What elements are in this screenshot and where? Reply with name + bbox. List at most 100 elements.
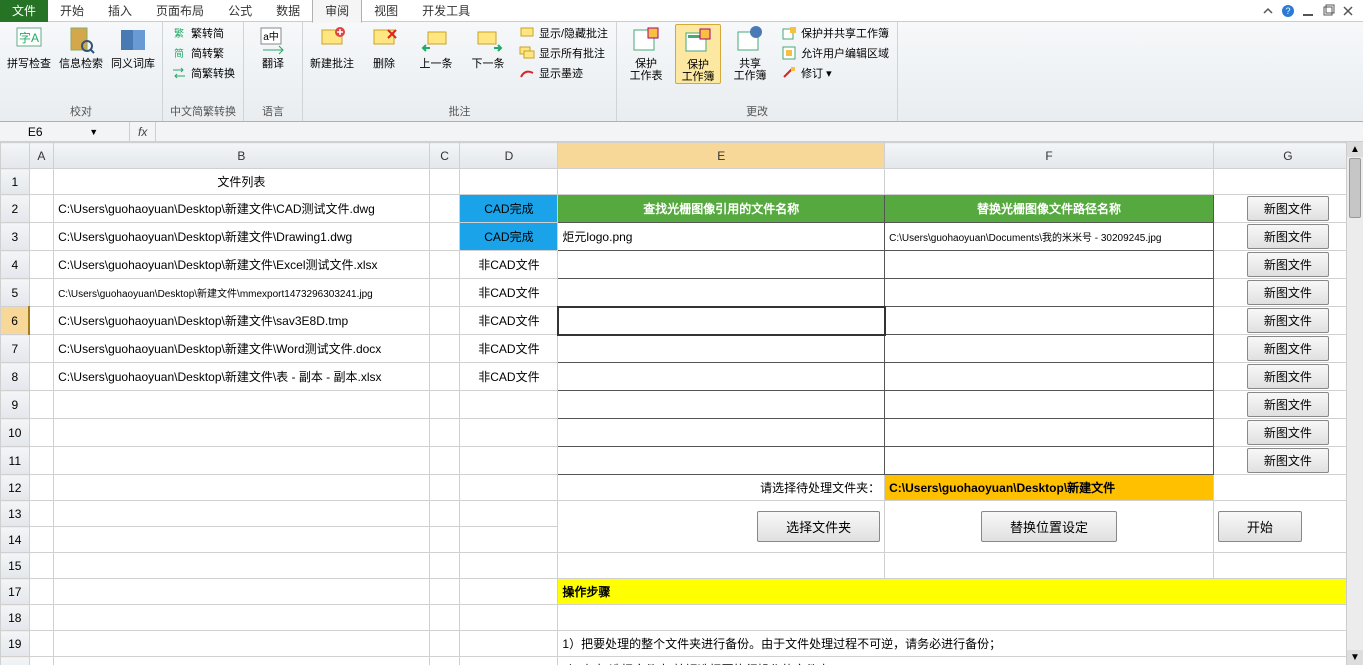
cell-e12[interactable]: 请选择待处理文件夹： [558, 475, 885, 501]
svg-text:a中: a中 [263, 30, 279, 43]
cell-f3[interactable]: C:\Users\guohaoyuan\Documents\我的米米号 - 30… [885, 223, 1214, 251]
group-changes-label: 更改 [623, 101, 891, 121]
group-language-label: 语言 [250, 101, 296, 121]
col-header-g[interactable]: G [1213, 143, 1362, 169]
new-image-button-6[interactable]: 新图文件 [1247, 308, 1329, 333]
research-button[interactable]: 信息检索 [58, 24, 104, 70]
new-comment-button[interactable]: 新建批注 [309, 24, 355, 70]
select-folder-button[interactable]: 选择文件夹 [757, 511, 880, 542]
col-header-f[interactable]: F [885, 143, 1214, 169]
track-changes-button[interactable]: 修订 ▾ [779, 64, 891, 82]
spellcheck-button[interactable]: 字A 拼写检查 [6, 24, 52, 70]
cell-e2[interactable]: 查找光栅图像引用的文件名称 [558, 195, 885, 223]
new-image-button-4[interactable]: 新图文件 [1247, 252, 1329, 277]
cell-b3[interactable]: C:\Users\guohaoyuan\Desktop\新建文件\Drawing… [54, 223, 430, 251]
new-image-button-2[interactable]: 新图文件 [1247, 196, 1329, 221]
show-ink-button[interactable]: 显示墨迹 [517, 64, 610, 82]
window-close-icon[interactable] [1341, 4, 1355, 18]
tab-review[interactable]: 审阅 [312, 0, 362, 23]
cell-b7[interactable]: C:\Users\guohaoyuan\Desktop\新建文件\Word测试文… [54, 335, 430, 363]
new-image-button-8[interactable]: 新图文件 [1247, 364, 1329, 389]
cell-d3[interactable]: CAD完成 [460, 223, 558, 251]
new-image-button-9[interactable]: 新图文件 [1247, 392, 1329, 417]
tab-formulas[interactable]: 公式 [216, 0, 264, 22]
simp-trad-convert-button[interactable]: 简繁转换 [169, 64, 237, 82]
col-header-d[interactable]: D [460, 143, 558, 169]
tab-developer[interactable]: 开发工具 [410, 0, 482, 22]
window-minimize-icon[interactable] [1301, 4, 1315, 18]
cell-b8[interactable]: C:\Users\guohaoyuan\Desktop\新建文件\表 - 副本 … [54, 363, 430, 391]
start-button[interactable]: 开始 [1218, 511, 1302, 542]
share-workbook-button[interactable]: 共享工作簿 [727, 24, 773, 82]
tab-file[interactable]: 文件 [0, 0, 48, 22]
protect-sheet-button[interactable]: 保护工作表 [623, 24, 669, 82]
next-comment-button[interactable]: 下一条 [465, 24, 511, 70]
help-icon[interactable]: ? [1281, 4, 1295, 18]
cell-b2[interactable]: C:\Users\guohaoyuan\Desktop\新建文件\CAD测试文件… [54, 195, 430, 223]
cell-d5[interactable]: 非CAD文件 [460, 279, 558, 307]
tab-insert[interactable]: 插入 [96, 0, 144, 22]
new-image-button-7[interactable]: 新图文件 [1247, 336, 1329, 361]
new-image-button-5[interactable]: 新图文件 [1247, 280, 1329, 305]
cell-d7[interactable]: 非CAD文件 [460, 335, 558, 363]
new-image-button-3[interactable]: 新图文件 [1247, 224, 1329, 249]
cell-b4[interactable]: C:\Users\guohaoyuan\Desktop\新建文件\Excel测试… [54, 251, 430, 279]
new-image-button-11[interactable]: 新图文件 [1247, 448, 1329, 473]
tab-layout[interactable]: 页面布局 [144, 0, 216, 22]
window-restore-icon[interactable] [1321, 4, 1335, 18]
cell-e3[interactable]: 炬元logo.png [558, 223, 885, 251]
fx-icon[interactable]: fx [130, 122, 156, 141]
thesaurus-button[interactable]: 同义词库 [110, 24, 156, 70]
trad-to-simp-button[interactable]: 繁繁转简 [169, 24, 237, 42]
cell-d6[interactable]: 非CAD文件 [460, 307, 558, 335]
cell-e20[interactable]: 2）点击"选择文件夹"按钮选择要执行操作的文件夹； [558, 657, 1363, 665]
tab-home[interactable]: 开始 [48, 0, 96, 22]
cell-d4[interactable]: 非CAD文件 [460, 251, 558, 279]
svg-text:简: 简 [174, 47, 184, 60]
cell-e6-selected[interactable] [558, 307, 885, 335]
cell-b5[interactable]: C:\Users\guohaoyuan\Desktop\新建文件\mmexpor… [54, 279, 430, 307]
cell-b6[interactable]: C:\Users\guohaoyuan\Desktop\新建文件\sav3E8D… [54, 307, 430, 335]
cell-b1[interactable]: 文件列表 [54, 169, 430, 195]
scroll-down-icon[interactable]: ▼ [1347, 650, 1363, 665]
protect-workbook-button[interactable]: 保护工作簿 [675, 24, 721, 84]
translate-button[interactable]: a中 翻译 [250, 24, 296, 70]
replace-settings-button[interactable]: 替换位置设定 [981, 511, 1117, 542]
spreadsheet-grid[interactable]: A B C D E F G 1文件列表 2C:\Users\guohaoyuan… [0, 142, 1363, 665]
cell-e19[interactable]: 1）把要处理的整个文件夹进行备份。由于文件处理过程不可逆，请务必进行备份； [558, 631, 1363, 657]
cell-f2[interactable]: 替换光栅图像文件路径名称 [885, 195, 1214, 223]
scroll-up-icon[interactable]: ▲ [1347, 142, 1363, 157]
select-all-corner[interactable] [1, 143, 30, 169]
cell-e17[interactable]: 操作步骤 [558, 579, 1363, 605]
tab-view[interactable]: 视图 [362, 0, 410, 22]
simp-to-trad-button[interactable]: 简简转繁 [169, 44, 237, 62]
new-image-button-10[interactable]: 新图文件 [1247, 420, 1329, 445]
group-chinese-label: 中文简繁转换 [169, 101, 237, 121]
col-header-e[interactable]: E [558, 143, 885, 169]
name-box[interactable]: E6▼ [0, 122, 130, 141]
show-all-comments-button[interactable]: 显示所有批注 [517, 44, 610, 62]
delete-comment-button[interactable]: 删除 [361, 24, 407, 70]
protect-share-button[interactable]: 保护并共享工作簿 [779, 24, 891, 42]
formula-bar: E6▼ fx [0, 122, 1363, 142]
col-header-b[interactable]: B [54, 143, 430, 169]
ribbon: 字A 拼写检查 信息检索 同义词库 校对 繁繁转简 简简转繁 简繁转换 中文简繁… [0, 22, 1363, 122]
svg-text:?: ? [1285, 6, 1290, 16]
col-header-a[interactable]: A [29, 143, 54, 169]
vertical-scrollbar[interactable]: ▲ ▼ [1346, 142, 1363, 665]
allow-edit-ranges-button[interactable]: 允许用户编辑区域 [779, 44, 891, 62]
cell-f12[interactable]: C:\Users\guohaoyuan\Desktop\新建文件 [885, 475, 1214, 501]
col-header-c[interactable]: C [429, 143, 460, 169]
tab-data[interactable]: 数据 [264, 0, 312, 22]
svg-text:繁: 繁 [174, 27, 184, 40]
scroll-thumb[interactable] [1349, 158, 1361, 218]
ribbon-tabs: 文件 开始 插入 页面布局 公式 数据 审阅 视图 开发工具 ? [0, 0, 1363, 22]
group-comments-label: 批注 [309, 101, 610, 121]
svg-text:字A: 字A [19, 30, 39, 45]
show-hide-comment-button[interactable]: 显示/隐藏批注 [517, 24, 610, 42]
group-proofing-label: 校对 [6, 101, 156, 121]
prev-comment-button[interactable]: 上一条 [413, 24, 459, 70]
cell-d2[interactable]: CAD完成 [460, 195, 558, 223]
minimize-ribbon-icon[interactable] [1261, 4, 1275, 18]
cell-d8[interactable]: 非CAD文件 [460, 363, 558, 391]
